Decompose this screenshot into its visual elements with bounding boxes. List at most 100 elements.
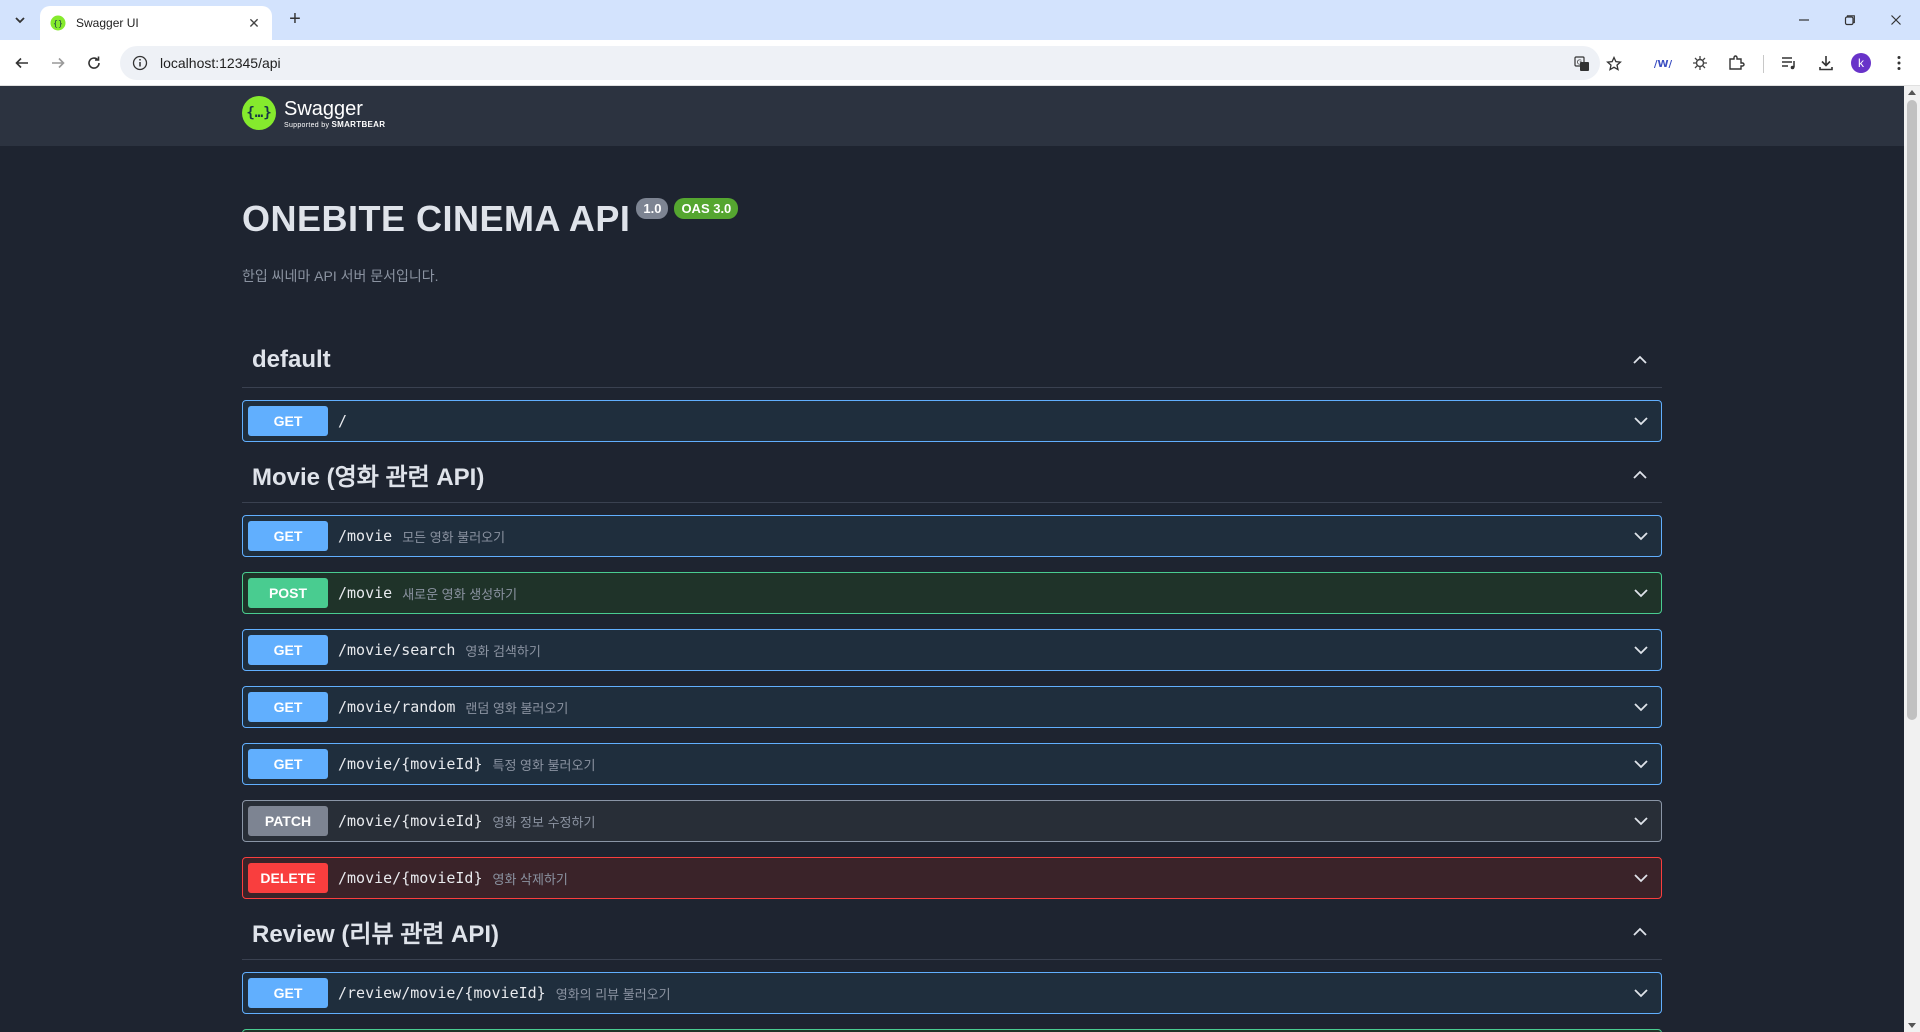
chevron-up-icon[interactable] xyxy=(1628,463,1652,487)
svg-text:/W/: /W/ xyxy=(1654,59,1672,70)
extension-badge-icon: /W/ xyxy=(1654,59,1672,70)
operation-patch-movie-id[interactable]: PATCH /movie/{movieId} 영화 정보 수정하기 xyxy=(242,800,1662,842)
method-badge: GET xyxy=(248,406,328,436)
back-button[interactable] xyxy=(10,51,34,75)
operation-path: /movie/random xyxy=(338,698,456,716)
section-header-movie[interactable]: Movie (영화 관련 API) xyxy=(242,447,1662,503)
operation-get-review-movie-id[interactable]: GET /review/movie/{movieId} 영화의 리뷰 불러오기 xyxy=(242,972,1662,1014)
operation-get-movie-id[interactable]: GET /movie/{movieId} 특정 영화 불러오기 xyxy=(242,743,1662,785)
section-review: Review (리뷰 관련 API) GET /review/movie/{mo… xyxy=(242,904,1662,1032)
chevron-down-icon[interactable] xyxy=(1631,583,1651,603)
extension-button-2[interactable] xyxy=(1688,51,1712,75)
chevron-up-icon[interactable] xyxy=(1628,920,1652,944)
chevron-down-icon[interactable] xyxy=(1631,411,1651,431)
chevron-down-icon xyxy=(15,17,25,24)
svg-text:{}: {} xyxy=(53,19,63,28)
chevron-down-icon[interactable] xyxy=(1631,697,1651,717)
operation-path: /movie xyxy=(338,584,393,602)
translate-icon: G xyxy=(1574,56,1589,71)
tab-title: Swagger UI xyxy=(76,16,139,30)
extension-button-1[interactable]: /W/ xyxy=(1651,51,1675,75)
api-info: ONEBITE CINEMA API 1.0 OAS 3.0 xyxy=(242,198,739,240)
section-default: default GET / xyxy=(242,332,1662,442)
operation-summary: 랜덤 영화 불러오기 xyxy=(465,700,569,716)
close-icon xyxy=(1891,15,1901,25)
operation-summary: 영화의 리뷰 불러오기 xyxy=(555,986,671,1002)
operation-path: /review/movie/{movieId} xyxy=(338,984,546,1002)
url-text[interactable]: localhost:12345/api xyxy=(160,55,281,71)
browser-tab[interactable]: {} Swagger UI ✕ xyxy=(40,6,272,40)
forward-button[interactable] xyxy=(46,51,70,75)
operation-get-movie-random[interactable]: GET /movie/random 랜덤 영화 불러오기 xyxy=(242,686,1662,728)
api-description: 한입 씨네마 API 서버 문서입니다. xyxy=(242,268,439,284)
minimize-icon xyxy=(1799,19,1809,21)
method-badge: PATCH xyxy=(248,806,328,836)
method-badge: GET xyxy=(248,692,328,722)
bug-icon xyxy=(1693,56,1707,70)
chevron-down-icon[interactable] xyxy=(1631,526,1651,546)
operation-get-movie[interactable]: GET /movie 모든 영화 불러오기 xyxy=(242,515,1662,557)
operation-summary: 새로운 영화 생성하기 xyxy=(402,586,518,602)
method-badge: DELETE xyxy=(248,863,328,893)
tab-search-button[interactable] xyxy=(8,8,32,32)
chevron-down-icon[interactable] xyxy=(1631,754,1651,774)
media-control-button[interactable] xyxy=(1777,51,1801,75)
operation-path: /movie/{movieId} xyxy=(338,755,483,773)
more-vertical-icon xyxy=(1897,56,1901,70)
chevron-up-icon[interactable] xyxy=(1628,348,1652,372)
operation-path: /movie/search xyxy=(338,641,456,659)
restore-icon xyxy=(1844,15,1855,26)
oas-badge: OAS 3.0 xyxy=(674,198,739,219)
new-tab-button[interactable]: + xyxy=(284,9,306,31)
operation-get-movie-search[interactable]: GET /movie/search 영화 검색하기 xyxy=(242,629,1662,671)
operation-summary: 영화 검색하기 xyxy=(465,643,541,659)
scroll-down-icon[interactable] xyxy=(1908,1023,1916,1028)
section-movie: Movie (영화 관련 API) GET /movie 모든 영화 불러오기 … xyxy=(242,447,1662,899)
extensions-button[interactable] xyxy=(1724,51,1748,75)
operation-summary: 모든 영화 불러오기 xyxy=(402,529,506,545)
operation-get-root[interactable]: GET / xyxy=(242,400,1662,442)
chevron-down-icon[interactable] xyxy=(1631,640,1651,660)
downloads-button[interactable] xyxy=(1814,51,1838,75)
browser-menu-button[interactable] xyxy=(1887,51,1911,75)
page-scrollbar[interactable] xyxy=(1904,86,1920,1032)
operation-path: /movie xyxy=(338,527,393,545)
browser-toolbar: localhost:12345/api G /W/ k xyxy=(0,40,1920,86)
browser-tabstrip: {} Swagger UI ✕ + xyxy=(0,0,1920,40)
page-viewport: {…} Swagger Supported by SMARTBEAR ONEBI… xyxy=(0,86,1904,1032)
close-window-button[interactable] xyxy=(1884,8,1908,32)
reload-button[interactable] xyxy=(82,51,106,75)
operation-post-movie[interactable]: POST /movie 새로운 영화 생성하기 xyxy=(242,572,1662,614)
method-badge: GET xyxy=(248,635,328,665)
section-title: Movie (영화 관련 API) xyxy=(252,464,485,491)
section-header-default[interactable]: default xyxy=(242,332,1662,388)
arrow-right-icon xyxy=(52,57,65,69)
scroll-up-icon[interactable] xyxy=(1908,90,1916,95)
toolbar-divider xyxy=(1763,55,1764,73)
restore-button[interactable] xyxy=(1838,8,1862,32)
star-icon xyxy=(1606,56,1622,71)
chevron-down-icon[interactable] xyxy=(1631,868,1651,888)
operation-delete-movie-id[interactable]: DELETE /movie/{movieId} 영화 삭제하기 xyxy=(242,857,1662,899)
section-header-review[interactable]: Review (리뷰 관련 API) xyxy=(242,904,1662,960)
chevron-down-icon[interactable] xyxy=(1631,983,1651,1003)
address-bar[interactable]: localhost:12345/api G xyxy=(120,46,1622,80)
operation-path: / xyxy=(338,412,348,430)
scroll-thumb[interactable] xyxy=(1907,100,1917,720)
swagger-logo-subtitle: Supported by SMARTBEAR xyxy=(284,119,386,129)
puzzle-icon xyxy=(1729,55,1745,70)
translate-button[interactable]: G xyxy=(1572,54,1592,74)
swagger-logo[interactable]: {…} Swagger Supported by SMARTBEAR xyxy=(242,96,385,130)
bookmark-button[interactable] xyxy=(1604,54,1624,74)
reload-icon xyxy=(88,56,100,69)
section-title: default xyxy=(252,345,331,373)
site-info-icon[interactable] xyxy=(132,55,148,71)
chevron-down-icon[interactable] xyxy=(1631,811,1651,831)
download-icon xyxy=(1819,56,1833,71)
minimize-button[interactable] xyxy=(1792,8,1816,32)
method-badge: GET xyxy=(248,978,328,1008)
profile-avatar[interactable]: k xyxy=(1851,53,1871,73)
close-tab-icon[interactable]: ✕ xyxy=(246,15,262,32)
playlist-icon xyxy=(1782,57,1795,70)
swagger-favicon-icon: {} xyxy=(50,15,66,31)
